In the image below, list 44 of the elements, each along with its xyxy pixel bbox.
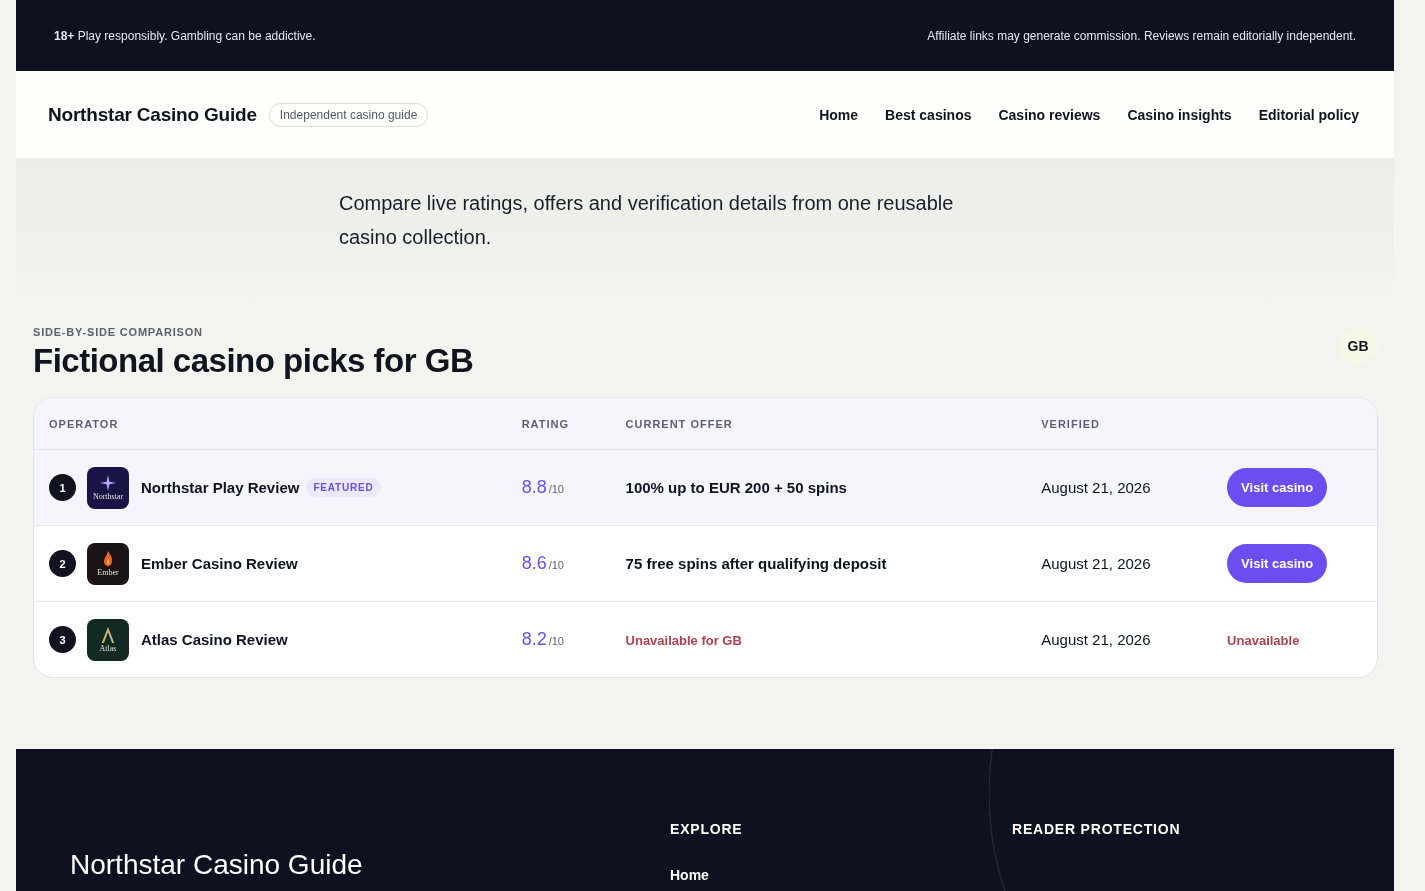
rating-value: 8.2/10 <box>521 631 564 648</box>
nav-link[interactable]: Casino insights <box>1127 106 1232 123</box>
footer-heading: READER PROTECTION <box>1012 821 1182 837</box>
rank-badge: 2 <box>49 550 76 577</box>
section-title: Fictional casino picks for GB <box>33 342 474 380</box>
logo-text: Atlas <box>99 644 117 653</box>
nav-link[interactable]: Casino reviews <box>998 106 1101 123</box>
rank-badge: 1 <box>49 474 76 501</box>
verified-date: August 21, 2026 <box>1041 554 1151 572</box>
column-header: RATING <box>521 417 570 430</box>
visit-casino-button[interactable]: Visit casino <box>1227 544 1328 583</box>
region-badge: GB <box>1338 327 1378 365</box>
footer-link[interactable]: Home <box>670 867 1012 883</box>
rating-value: 8.6/10 <box>521 555 564 572</box>
casino-name[interactable]: Atlas Casino Review <box>141 631 288 648</box>
footer-heading: EXPLORE <box>670 821 744 837</box>
casino-name[interactable]: Northstar Play Review <box>141 479 300 496</box>
offer-text: 100% up to EUR 200 + 50 spins <box>625 478 847 496</box>
star-icon <box>99 474 117 492</box>
verified-date: August 21, 2026 <box>1041 630 1151 648</box>
brand-name[interactable]: Northstar Casino Guide <box>48 103 257 126</box>
rating-value: 8.8/10 <box>521 479 564 496</box>
footer-brand: Northstar Casino Guide <box>70 849 364 881</box>
column-header: CURRENT OFFER <box>625 417 734 430</box>
nav-link[interactable]: Editorial policy <box>1258 106 1359 123</box>
section-eyebrow: SIDE-BY-SIDE COMPARISON <box>33 326 204 338</box>
rank-badge: 3 <box>49 626 76 653</box>
featured-tag: FEATURED <box>306 478 381 497</box>
responsible-notice: 18+ Play responsibly. Gambling can be addictive. <box>54 28 316 43</box>
logo-text: Northstar <box>92 492 124 501</box>
offer-text: Unavailable for GB <box>625 632 742 648</box>
nav-link[interactable]: Best casinos <box>885 106 972 123</box>
verified-date: August 21, 2026 <box>1041 478 1151 496</box>
peak-icon <box>99 626 117 644</box>
offer-text: 75 free spins after qualifying deposit <box>625 554 887 572</box>
casino-name[interactable]: Ember Casino Review <box>141 555 298 572</box>
column-header: VERIFIED <box>1041 417 1101 430</box>
nav-link[interactable]: Home <box>819 106 859 123</box>
column-header: OPERATOR <box>49 417 120 430</box>
affiliate-disclosure: Affiliate links may generate commission. Reviews remain editorially independent. <box>927 28 1356 43</box>
logo-text: Ember <box>97 568 119 577</box>
unavailable-label: Unavailable <box>1227 632 1300 648</box>
visit-casino-button[interactable]: Visit casino <box>1227 468 1328 507</box>
hero-text: Compare live ratings, offers and verification details from one reusable casino collection. <box>339 191 955 250</box>
